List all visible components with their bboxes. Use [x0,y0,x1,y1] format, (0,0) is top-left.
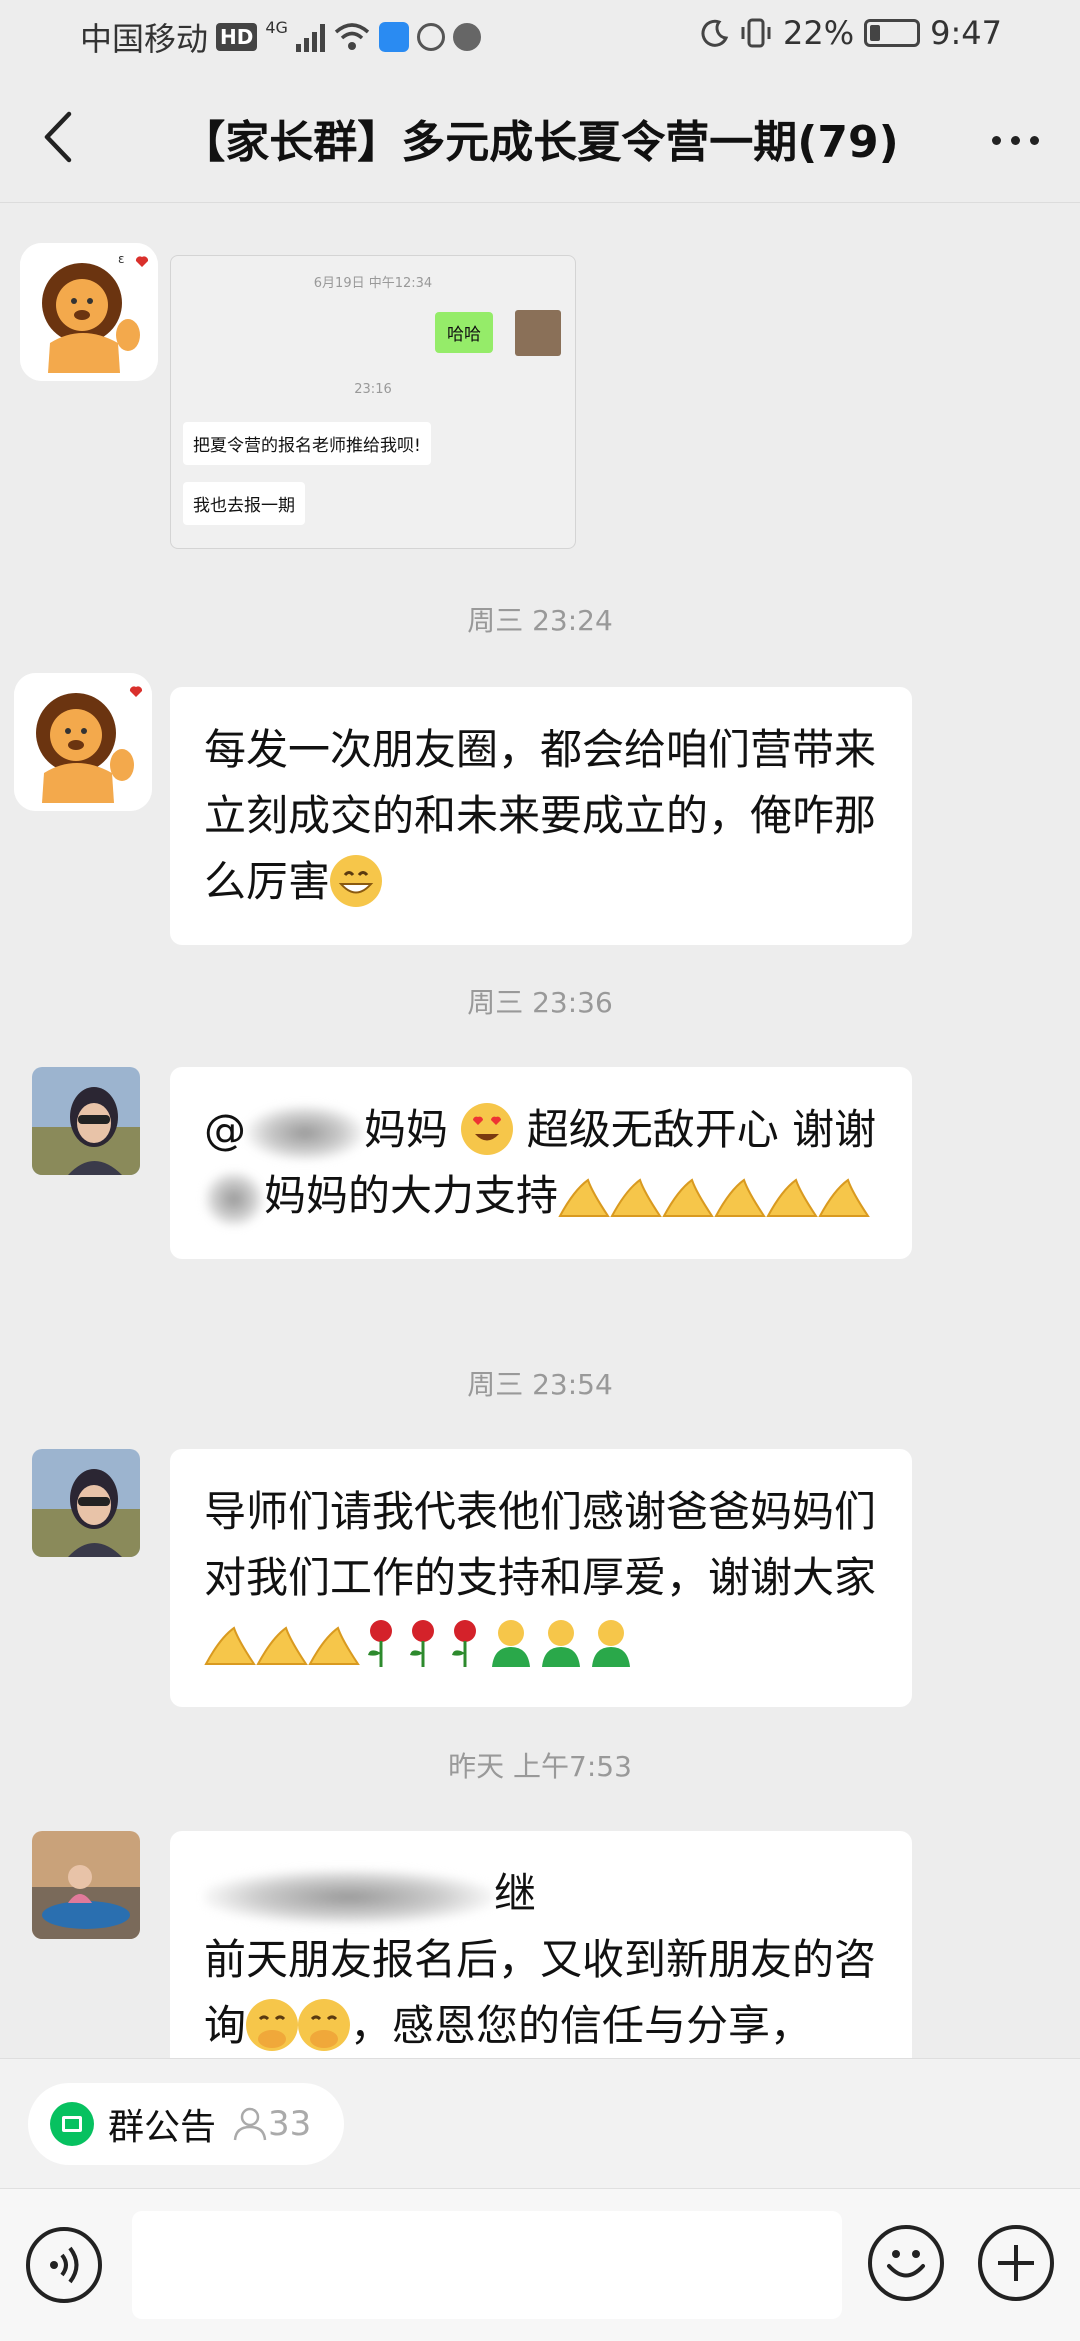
clock: 9:47 [930,14,1002,52]
shushing-face-emoji-icon [246,1998,299,2051]
lion-avatar-icon [14,673,152,811]
announcement-count: 33 [232,2104,311,2144]
chat-header: 【家长群】多元成长夏令营一期(79) [0,72,1080,203]
more-button[interactable] [980,110,1050,170]
status-left: 中国移动 HD 4G [80,14,481,60]
battery-percent: 22% [783,14,855,52]
message-text: ，感恩您的信任与分享， [350,2001,813,2050]
announcement-bar: 群公告 33 [0,2058,1080,2189]
input-bar [0,2188,1080,2341]
avatar[interactable] [32,1831,140,1939]
announcement-count-value: 33 [268,2104,312,2144]
pray-emoji-icon [662,1173,714,1217]
message-list[interactable]: ε 6月19日 中午12:34 哈哈 23:16 把夏令营的报名老师推给我呗! … [0,203,1080,2058]
emoji-button[interactable] [868,2225,944,2301]
avatar[interactable] [14,673,152,811]
more-dot-icon [1029,135,1039,145]
announcement-icon [50,2102,94,2146]
hand-icon [416,23,445,51]
message-timestamp: 昨天 上午7:53 [448,1750,632,1783]
wifi-icon [334,23,370,50]
pray-emoji-icon [610,1173,662,1217]
heart-eyes-emoji-icon [461,1102,514,1155]
avatar[interactable]: ε [20,243,158,381]
message-text: 继 [494,1869,537,1918]
battery-icon [864,19,921,47]
pray-emoji-icon [714,1173,766,1217]
message-bubble[interactable]: @ 妈妈 超级无敌开心 谢谢妈妈的大力支持 [170,1067,912,1259]
avatar[interactable] [32,1067,140,1175]
network-type: 4G [265,17,288,37]
moon-icon [701,19,729,47]
signal-icon [295,22,325,52]
vibrate-icon [741,18,771,48]
carrier-name: 中国移动 [80,20,209,58]
status-bar: 中国移动 HD 4G 22% 9:47 [0,0,1080,72]
message-bubble[interactable]: 每发一次朋友圈，都会给咱们营带来立刻成交的和未来要成立的，俺咋那么厉害 [170,687,912,945]
message-text: 超级无敌开心 谢谢 [526,1105,877,1154]
chevron-left-icon [44,111,72,163]
woman-photo-avatar-icon [32,1067,140,1175]
pray-emoji-icon [308,1621,360,1665]
grin-emoji-icon [330,854,383,907]
redacted-name [204,1170,264,1227]
image-white-bubble: 把夏令营的报名老师推给我呗! [183,422,431,465]
person-icon [233,2107,267,2141]
message-timestamp: 周三 23:36 [467,986,613,1019]
back-button[interactable] [28,102,88,172]
plus-button[interactable] [978,2225,1054,2301]
rose-emoji-icon [444,1617,486,1669]
message-bubble[interactable]: 继 前天朋友报名后，又收到新朋友的咨询 ，感恩您的信任与分享， [170,1831,912,2058]
image-white-bubble: 我也去报一期 [183,482,305,525]
announcement-label: 群公告 [108,2107,217,2148]
hug-person-emoji-icon [536,1617,586,1669]
image-green-bubble: 哈哈 [435,312,493,353]
message-bubble[interactable]: 导师们请我代表他们感谢爸爸妈妈们对我们工作的支持和厚爱，谢谢大家 [170,1449,912,1707]
lion-avatar-icon: ε [20,243,158,381]
hug-person-emoji-icon [586,1617,636,1669]
rose-emoji-icon [402,1617,444,1669]
hd-icon: HD [216,23,258,51]
hug-person-emoji-icon [486,1617,536,1669]
mention-symbol: @ [204,1105,246,1154]
pray-emoji-icon [558,1173,610,1217]
pray-emoji-icon [818,1173,870,1217]
image-message[interactable]: 6月19日 中午12:34 哈哈 23:16 把夏令营的报名老师推给我呗! 我也… [170,255,576,549]
pray-emoji-icon [256,1621,308,1665]
voice-wave-icon [452,23,481,51]
message-timestamp: 周三 23:24 [467,604,613,637]
woman-photo-avatar-icon [32,1449,140,1557]
message-input[interactable] [132,2211,842,2319]
message-text: 妈妈的大力支持 [264,1171,559,1220]
voice-icon [50,2246,79,2284]
shushing-face-emoji-icon [298,1998,351,2051]
redacted-name [204,1868,494,1925]
pray-emoji-icon [204,1621,256,1665]
app-notification-icon [378,22,409,52]
image-timestamp: 23:16 [354,382,392,397]
chat-title: 【家长群】多元成长夏令营一期(79) [181,117,899,168]
image-timestamp: 6月19日 中午12:34 [313,276,433,291]
message-text: 导师们请我代表他们感谢爸爸妈妈们对我们工作的支持和厚爱，谢谢大家 [204,1487,877,1602]
status-right: 22% 9:47 [699,14,1002,52]
voice-input-button[interactable] [26,2227,102,2303]
smiley-icon [887,2250,925,2278]
more-dot-icon [991,135,1001,145]
message-text: 每发一次朋友圈，都会给咱们营带来立刻成交的和未来要成立的，俺咋那么厉害 [204,725,877,906]
avatar[interactable] [32,1449,140,1557]
message-timestamp: 周三 23:54 [467,1368,613,1401]
message-text: 妈妈 [364,1105,449,1154]
rose-emoji-icon [360,1617,402,1669]
more-dot-icon [1010,135,1020,145]
pray-emoji-icon [766,1173,818,1217]
svg-text:ε: ε [118,252,125,266]
child-photo-avatar-icon [32,1831,140,1939]
redacted-name [246,1104,364,1161]
group-announcement-button[interactable]: 群公告 33 [28,2083,344,2165]
image-thumbnail [515,310,561,356]
